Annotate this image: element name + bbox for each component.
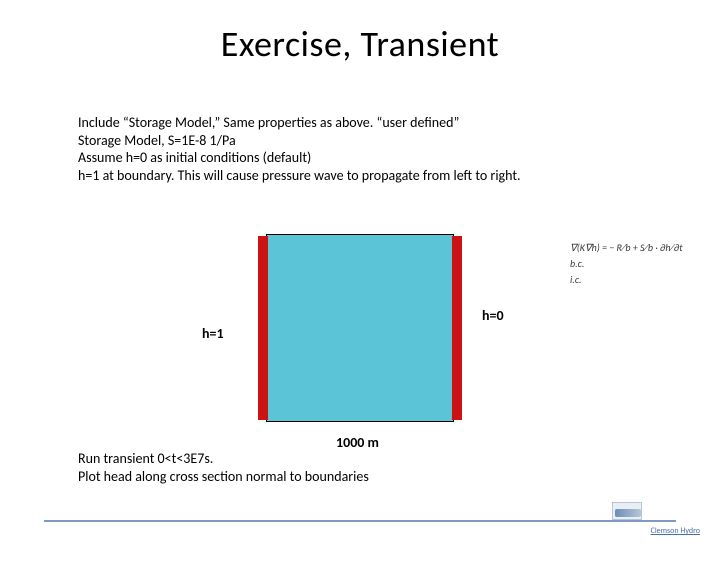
domain-diagram <box>258 234 462 422</box>
instruction-line: Include “Storage Model,” Same properties… <box>78 114 638 132</box>
instruction-line: Storage Model, S=1E-8 1/Pa <box>78 132 638 150</box>
instruction-line: Assume h=0 as initial conditions (defaul… <box>78 149 638 167</box>
instructions-block: Include “Storage Model,” Same properties… <box>78 114 638 184</box>
left-boundary-label: h=1 <box>202 325 224 342</box>
domain-width-label: 1000 m <box>336 434 379 451</box>
equation-ic: i.c. <box>570 272 678 288</box>
page-title: Exercise, Transient <box>0 22 720 66</box>
instruction-line: h=1 at boundary. This will cause pressur… <box>78 167 638 185</box>
equation-bc: b.c. <box>570 256 678 272</box>
governing-equation: ∇(K∇h) = − R⁄b + S⁄b · ∂h⁄∂t b.c. i.c. <box>570 240 678 288</box>
domain-region <box>266 234 454 422</box>
equation-main: ∇(K∇h) = − R⁄b + S⁄b · ∂h⁄∂t <box>570 240 678 256</box>
footer-logo-icon <box>612 502 642 520</box>
footer-brand: Clemson Hydro <box>651 526 700 536</box>
run-line: Plot head along cross section normal to … <box>78 468 638 486</box>
footer-divider <box>44 520 676 522</box>
run-instructions: Run transient 0<t<3E7s. Plot head along … <box>78 450 638 485</box>
right-boundary <box>452 236 462 420</box>
run-line: Run transient 0<t<3E7s. <box>78 450 638 468</box>
right-boundary-label: h=0 <box>482 307 504 324</box>
left-boundary <box>258 236 268 420</box>
